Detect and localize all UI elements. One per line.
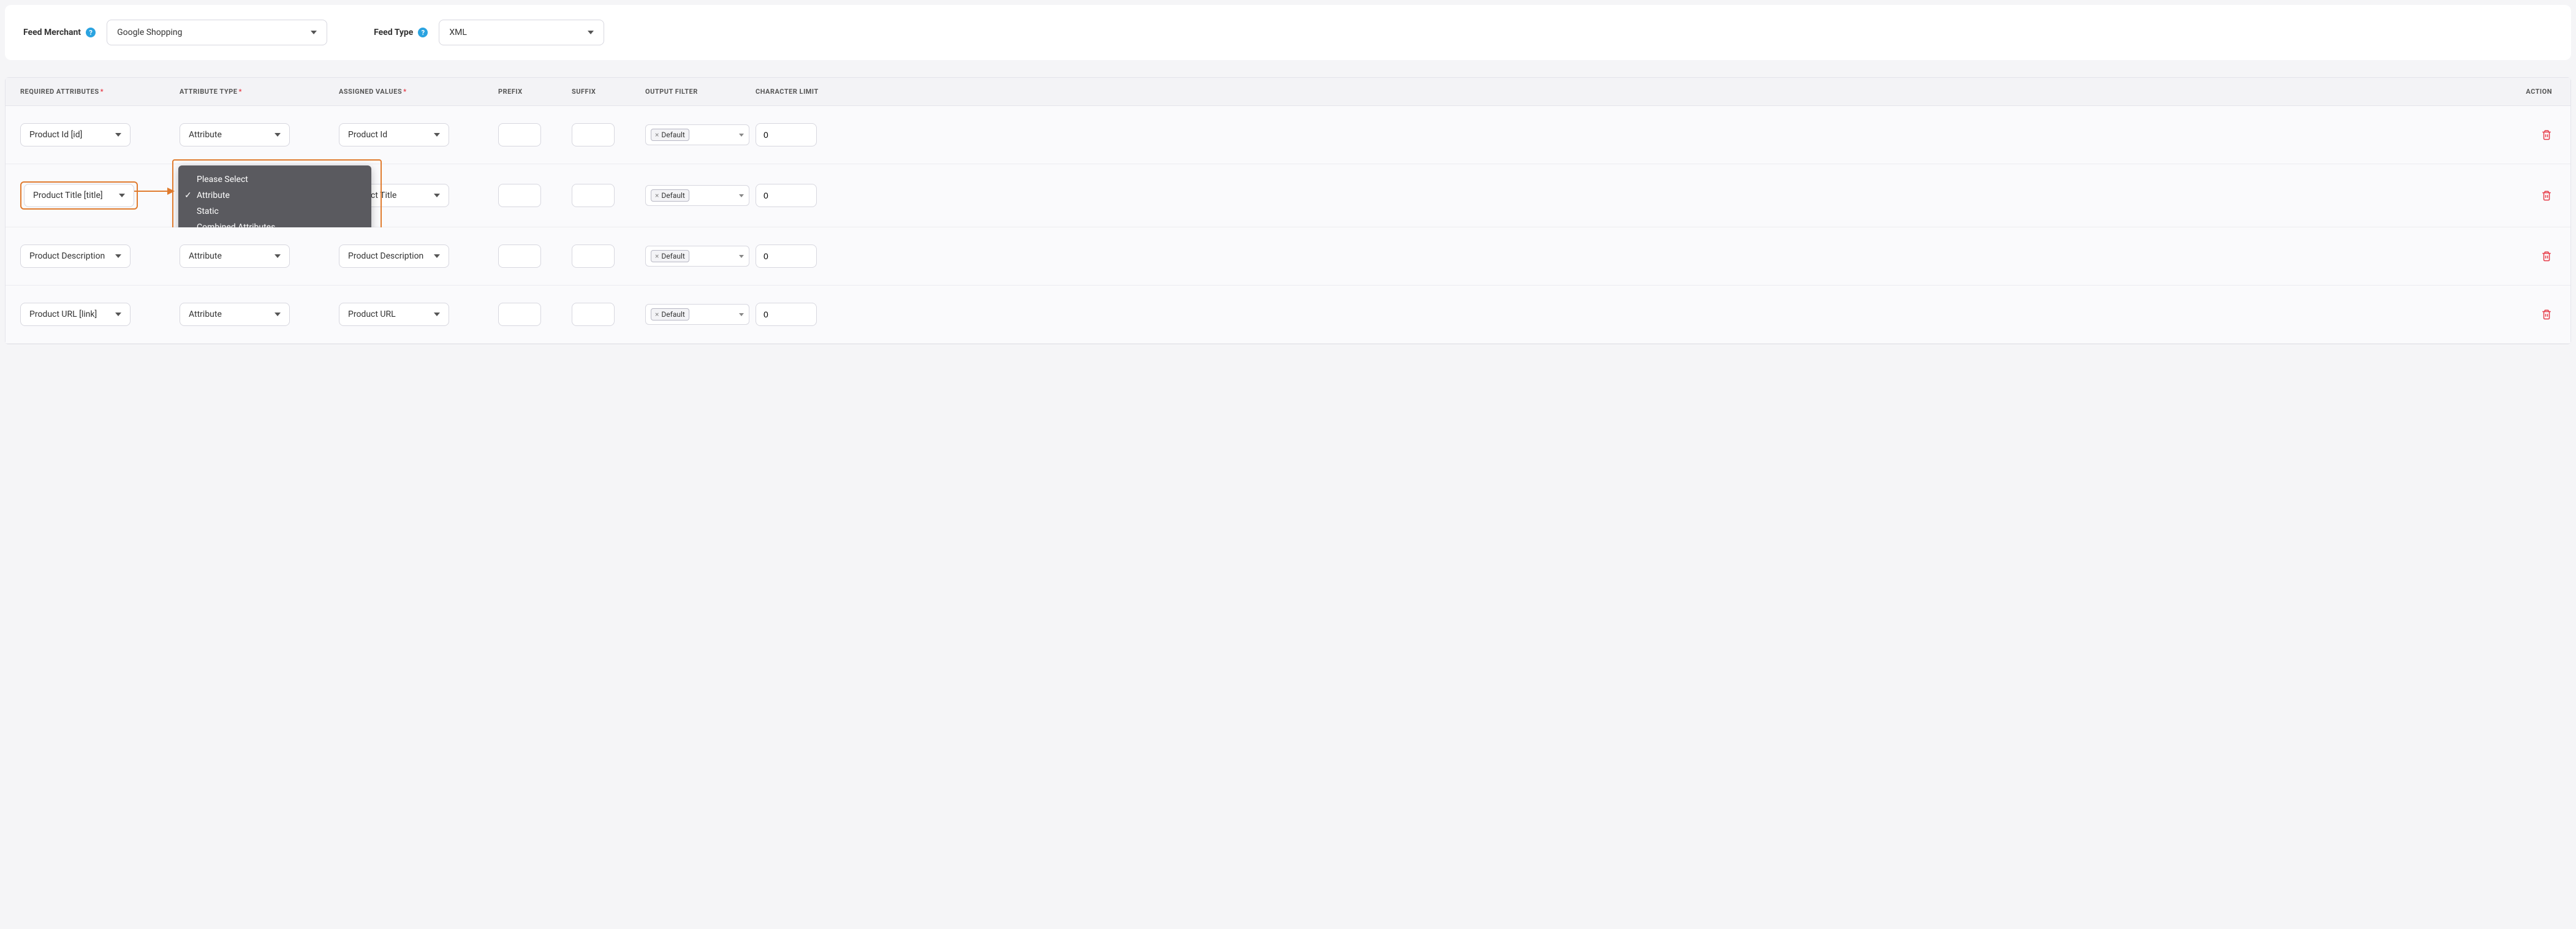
chevron-down-icon — [434, 133, 440, 137]
feed-merchant-label-text: Feed Merchant — [23, 28, 81, 37]
required-select[interactable]: Product URL [link] — [20, 303, 131, 326]
th-attr-type: ATTRIBUTE TYPE — [180, 88, 339, 96]
assigned-value: Product URL — [348, 309, 396, 319]
attr-type-value: Attribute — [189, 130, 222, 140]
feed-type-select[interactable]: XML — [439, 20, 604, 45]
chevron-down-icon — [311, 31, 317, 34]
th-action: ACTION — [866, 88, 2556, 96]
chevron-down-icon — [115, 254, 121, 258]
chevron-down-icon — [275, 313, 281, 316]
attr-type-select[interactable]: Attribute — [180, 303, 290, 326]
remove-tag-icon[interactable]: × — [655, 131, 659, 139]
prefix-input[interactable] — [498, 303, 541, 326]
remove-tag-icon[interactable]: × — [655, 252, 659, 260]
required-value: Product Id [id] — [29, 130, 82, 140]
chevron-down-icon — [739, 313, 744, 316]
th-assigned: ASSIGNED VALUES — [339, 88, 498, 96]
filter-tag-label: Default — [661, 310, 684, 319]
table-row: Product Id [id] Attribute Product Id ×De… — [6, 106, 2570, 164]
remove-tag-icon[interactable]: × — [655, 310, 659, 319]
table-header: REQUIRED ATTRIBUTES ATTRIBUTE TYPE ASSIG… — [6, 78, 2570, 106]
chevron-down-icon — [739, 134, 744, 137]
dropdown-item[interactable]: Please Select — [178, 172, 371, 188]
chevron-down-icon — [739, 255, 744, 258]
output-filter-select[interactable]: ×Default — [645, 185, 749, 206]
filter-tag: ×Default — [651, 308, 689, 320]
suffix-input[interactable] — [572, 245, 615, 268]
attributes-table: REQUIRED ATTRIBUTES ATTRIBUTE TYPE ASSIG… — [5, 77, 2571, 344]
dropdown-item[interactable]: Static — [178, 203, 371, 219]
required-value: Product Description [des — [29, 251, 107, 261]
help-icon[interactable]: ? — [418, 28, 428, 37]
assigned-value: Product Description — [348, 251, 423, 261]
filter-tag: ×Default — [651, 250, 689, 262]
attr-type-select[interactable]: Attribute — [180, 245, 290, 268]
suffix-input[interactable] — [572, 123, 615, 146]
assigned-select[interactable]: Product Description — [339, 245, 449, 268]
delete-button[interactable] — [2541, 250, 2552, 262]
chevron-down-icon — [434, 194, 440, 197]
chevron-down-icon — [588, 31, 594, 34]
top-panel: Feed Merchant ? Google Shopping Feed Typ… — [5, 5, 2571, 60]
feed-merchant-select[interactable]: Google Shopping — [107, 20, 327, 45]
output-filter-select[interactable]: ×Default — [645, 124, 749, 145]
dropdown-item[interactable]: Attribute — [178, 188, 371, 203]
chevron-down-icon — [434, 313, 440, 316]
prefix-input[interactable] — [498, 123, 541, 146]
char-limit-input[interactable] — [756, 123, 817, 146]
feed-type-label-text: Feed Type — [374, 28, 413, 37]
prefix-input[interactable] — [498, 184, 541, 207]
filter-tag-label: Default — [661, 131, 684, 139]
feed-type-label: Feed Type ? — [374, 28, 428, 37]
attr-type-value: Attribute — [189, 251, 222, 261]
delete-button[interactable] — [2541, 129, 2552, 141]
feed-merchant-label: Feed Merchant ? — [23, 28, 96, 37]
table-row: Product Title [title] Attribute Product … — [6, 164, 2570, 227]
assigned-select[interactable]: Product Id — [339, 123, 449, 146]
assigned-value: Product Id — [348, 130, 387, 140]
required-select[interactable]: Product Description [des — [20, 245, 131, 268]
highlight-box: Product Title [title] — [20, 181, 138, 210]
attr-type-select[interactable]: Attribute — [180, 123, 290, 146]
chevron-down-icon — [115, 133, 121, 137]
feed-merchant-value: Google Shopping — [117, 28, 182, 37]
chevron-down-icon — [119, 194, 125, 197]
suffix-input[interactable] — [572, 303, 615, 326]
chevron-down-icon — [275, 254, 281, 258]
suffix-input[interactable] — [572, 184, 615, 207]
required-value: Product Title [title] — [33, 191, 103, 200]
char-limit-input[interactable] — [756, 184, 817, 207]
chevron-down-icon — [115, 313, 121, 316]
attr-type-value: Attribute — [189, 309, 222, 319]
required-select[interactable]: Product Title [title] — [24, 184, 134, 207]
required-select[interactable]: Product Id [id] — [20, 123, 131, 146]
filter-tag-label: Default — [661, 191, 684, 200]
table-row: Product URL [link] Attribute Product URL… — [6, 286, 2570, 344]
filter-tag: ×Default — [651, 189, 689, 202]
table-row: Product Description [des Attribute Produ… — [6, 227, 2570, 286]
char-limit-input[interactable] — [756, 303, 817, 326]
th-required: REQUIRED ATTRIBUTES — [20, 88, 180, 96]
th-char-limit: CHARACTER LIMIT — [756, 88, 866, 96]
char-limit-input[interactable] — [756, 245, 817, 268]
th-prefix: PREFIX — [498, 88, 572, 96]
required-value: Product URL [link] — [29, 309, 97, 319]
help-icon[interactable]: ? — [86, 28, 96, 37]
prefix-input[interactable] — [498, 245, 541, 268]
chevron-down-icon — [739, 194, 744, 197]
th-suffix: SUFFIX — [572, 88, 645, 96]
delete-button[interactable] — [2541, 189, 2552, 202]
feed-type-value: XML — [449, 28, 467, 37]
output-filter-select[interactable]: ×Default — [645, 304, 749, 325]
filter-tag-label: Default — [661, 252, 684, 260]
chevron-down-icon — [434, 254, 440, 258]
chevron-down-icon — [275, 133, 281, 137]
delete-button[interactable] — [2541, 308, 2552, 320]
th-output-filter: OUTPUT FILTER — [645, 88, 756, 96]
assigned-select[interactable]: Product URL — [339, 303, 449, 326]
filter-tag: ×Default — [651, 129, 689, 141]
output-filter-select[interactable]: ×Default — [645, 246, 749, 267]
remove-tag-icon[interactable]: × — [655, 191, 659, 200]
